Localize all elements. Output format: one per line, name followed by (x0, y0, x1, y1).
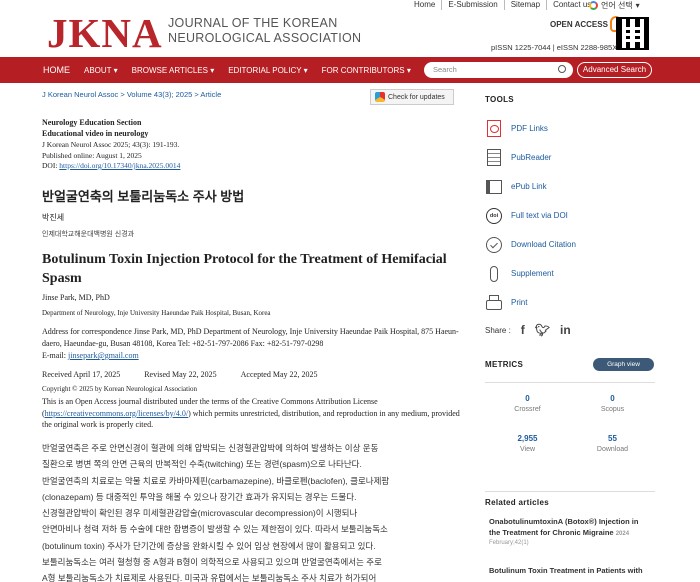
google-icon (589, 1, 598, 10)
related-heading: Related articles (485, 498, 549, 507)
top-link-sitemap[interactable]: Sitemap (505, 0, 548, 10)
top-link-home[interactable]: Home (408, 0, 443, 10)
metrics-panel: METRICS Graph view 0 Crossref 0 Scopus 2… (485, 358, 655, 492)
pdf-icon (487, 120, 501, 137)
korean-affiliation: 인제대학교해운대백병원 신경과 (42, 231, 135, 238)
metrics-grid: 0 Crossref 0 Scopus 2,955 View 55 Downlo… (485, 382, 655, 492)
site-header: JKNA JOURNAL OF THE KOREAN NEUROLOGICAL … (0, 0, 700, 57)
body-line: 반얼굴연축은 주로 안면신경이 혈관에 의해 압박되는 신경혈관압박에 의하여 … (42, 443, 379, 453)
check-for-updates-button[interactable]: Check for updates (370, 89, 454, 105)
graph-view-button[interactable]: Graph view (593, 358, 654, 371)
metric-crossref[interactable]: 0 Crossref (485, 394, 570, 413)
twitter-icon[interactable]: 🐦︎ (535, 323, 550, 337)
sidebar: TOOLS PDF Links PubReader ePub Link doi … (485, 95, 655, 575)
journal-name: JOURNAL OF THE KOREAN NEUROLOGICAL ASSOC… (168, 16, 362, 45)
qr-code (616, 17, 649, 50)
nav-for-contributors[interactable]: FOR CONTRIBUTORS ▾ (322, 66, 411, 75)
tools-list: PDF Links PubReader ePub Link doi Full t… (485, 114, 655, 317)
metric-download[interactable]: 55 Download (570, 434, 655, 453)
tool-supplement[interactable]: Supplement (485, 259, 655, 288)
related-article[interactable]: Botulinum Toxin Treatment in Patients wi… (489, 565, 649, 576)
body-line: 안면마비나 청력 저하 등 수술에 대한 합병증이 발생할 수 있는 제한점이 … (42, 524, 388, 535)
paperclip-icon (490, 265, 498, 282)
related-articles: Related articles OnabotulinumtoxinA (Bot… (485, 498, 655, 575)
body-line: 질환으로 병변 쪽의 안면 근육의 반복적인 수축(twitching) 또는 … (42, 459, 362, 470)
body-line: 신경혈관압박이 확인된 경우 미세혈관감압술(microvascular dec… (42, 508, 358, 519)
doi-icon: doi (486, 207, 502, 224)
printer-icon (486, 294, 502, 310)
main-nav: HOME ABOUT ▾ BROWSE ARTICLES ▾ EDITORIAL… (0, 57, 700, 83)
linkedin-icon[interactable]: in (560, 323, 571, 337)
open-access-badge: OPEN ACCESS (550, 16, 622, 32)
nav-browse-articles[interactable]: BROWSE ARTICLES ▾ (132, 66, 215, 75)
tool-full-text-doi[interactable]: doi Full text via DOI (485, 201, 655, 230)
korean-title: 반얼굴연축의 보툴리눔독소 주사 방법 (42, 189, 245, 204)
book-icon (486, 179, 502, 194)
license: This is an Open Access journal distribut… (42, 397, 460, 429)
correspondence: Address for correspondence Jinse Park, M… (42, 327, 459, 360)
email-link[interactable]: jinsepark@gmail.com (68, 351, 139, 360)
article: J Korean Neurol Assoc > Volume 43(3); 20… (42, 89, 462, 582)
nav-about[interactable]: ABOUT ▾ (84, 66, 118, 75)
download-icon (486, 236, 502, 253)
body-line: (clonazepam) 등 대중적인 투약을 해볼 수 있으나 장기간 효과가… (42, 491, 357, 502)
chevron-down-icon: ▾ (635, 1, 640, 10)
article-dates: Received April 17, 2025 Revised May 22, … (42, 370, 318, 379)
korean-author: 박진세 (42, 213, 65, 222)
body-line: 반얼굴연축의 치료로는 약물 치료로 카바마제핀(carbamazepine),… (42, 475, 390, 486)
share-bar: Share : f 🐦︎ in (485, 323, 571, 337)
doi-link[interactable]: https://doi.org/10.17340/jkna.2025.0014 (59, 161, 180, 170)
document-icon (487, 149, 501, 166)
metric-view[interactable]: 2,955 View (485, 434, 570, 453)
tool-pubreader[interactable]: PubReader (485, 143, 655, 172)
article-title: Botulinum Toxin Injection Protocol for t… (42, 252, 447, 286)
tool-print[interactable]: Print (485, 288, 655, 317)
body-line: A형 보툴리눔독소가 치료제로 사용된다. 미국과 유럽에서는 보툴리눔독소 주… (42, 573, 377, 582)
author-affiliation: Department of Neurology, Inje University… (42, 309, 271, 317)
author-name[interactable]: Jinse Park, MD, PhD (42, 293, 110, 302)
tool-epub-link[interactable]: ePub Link (485, 172, 655, 201)
metric-scopus[interactable]: 0 Scopus (570, 394, 655, 413)
tools-heading: TOOLS (485, 95, 514, 104)
tool-pdf-links[interactable]: PDF Links (485, 114, 655, 143)
language-select[interactable]: 언어 선택 ▾ (589, 0, 640, 11)
tool-download-citation[interactable]: Download Citation (485, 230, 655, 259)
search-icon[interactable] (558, 65, 566, 73)
crossmark-icon (375, 92, 385, 102)
journal-logo[interactable]: JKNA (47, 9, 163, 57)
article-section: Neurology Education Section Educational … (42, 118, 149, 138)
advanced-search-button[interactable]: Advanced Search (577, 62, 652, 78)
article-meta: J Korean Neurol Assoc 2025; 43(3): 191-1… (42, 140, 181, 170)
nav-home[interactable]: HOME (43, 65, 70, 75)
nav-editorial-policy[interactable]: EDITORIAL POLICY ▾ (228, 66, 307, 75)
related-article[interactable]: OnabotulinumtoxinA (Botox®) Injection in… (489, 516, 649, 546)
body-line: (botulinum toxin) 주사가 단기간에 증상을 완화시킬 수 있어… (42, 540, 376, 551)
top-link-esubmission[interactable]: E-Submission (442, 0, 505, 10)
search-input[interactable]: Search (424, 62, 573, 78)
facebook-icon[interactable]: f (521, 323, 525, 337)
article-body: 반얼굴연축은 주로 안면신경이 혈관에 의해 압박되는 신경혈관압박에 의하여 … (42, 440, 452, 582)
body-line: 보툴리눔독소는 여러 혈청형 중 A형과 B형이 의학적으로 사용되고 있으며 … (42, 557, 382, 568)
license-link[interactable]: https://creativecommons.org/licenses/by/… (45, 409, 188, 418)
copyright: Copyright © 2025 by Korean Neurological … (42, 385, 198, 393)
top-links: Home E-Submission Sitemap Contact us (408, 0, 597, 10)
issn: pISSN 1225-7044 | eISSN 2288-985X (491, 43, 618, 52)
